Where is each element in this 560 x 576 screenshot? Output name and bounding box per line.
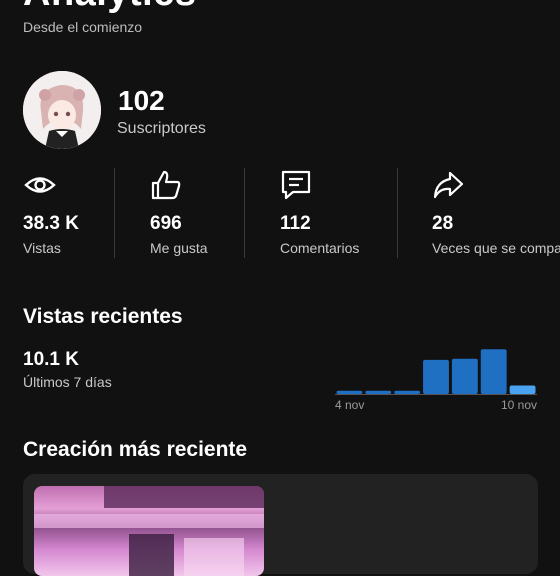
stat-label: Comentarios <box>280 240 360 256</box>
chart-bar-10-nov <box>509 385 536 394</box>
subscribers-label: Suscriptores <box>117 120 206 137</box>
page-subtitle: Desde el comienzo <box>23 19 143 35</box>
chart-tick-label-start: 4 nov <box>335 398 364 412</box>
chart-bar-5-nov <box>365 390 392 394</box>
recent-views-value: 10.1 K <box>23 349 79 370</box>
avatar[interactable] <box>23 71 101 149</box>
subscribers-count: 102 <box>118 85 165 116</box>
divider <box>397 168 398 258</box>
stat-value: 696 <box>150 213 182 234</box>
chart-bar-4-nov <box>336 390 363 394</box>
chart-bar-8-nov <box>451 358 478 394</box>
thumbnail-image <box>34 486 264 576</box>
chart-tick-label-end: 10 nov <box>501 398 537 412</box>
chart-bar-9-nov <box>480 349 507 394</box>
recent-views-period: Últimos 7 días <box>23 374 112 390</box>
thumbs-up-icon <box>151 170 181 200</box>
stat-value: 38.3 K <box>23 213 79 234</box>
stat-value: 28 <box>432 213 454 234</box>
eye-icon <box>24 177 56 193</box>
divider <box>244 168 245 258</box>
section-title-latest-creation: Creación más reciente <box>23 438 248 461</box>
share-icon <box>433 171 464 199</box>
chart-bar-6-nov <box>394 390 421 394</box>
stat-label: Vistas <box>23 240 61 256</box>
page-title: Analytics <box>23 0 196 15</box>
stat-value: 112 <box>280 213 311 234</box>
recent-views-chart[interactable]: 4 nov 10 nov <box>330 340 540 415</box>
section-title-recent-views: Vistas recientes <box>23 305 183 328</box>
chart-bar-7-nov <box>423 359 449 394</box>
latest-creation-thumbnail[interactable] <box>34 486 264 576</box>
avatar-image <box>23 71 101 149</box>
divider <box>114 168 115 258</box>
stat-label: Veces que se compartió <box>432 240 560 256</box>
stat-label: Me gusta <box>150 240 208 256</box>
comment-icon <box>281 170 311 200</box>
